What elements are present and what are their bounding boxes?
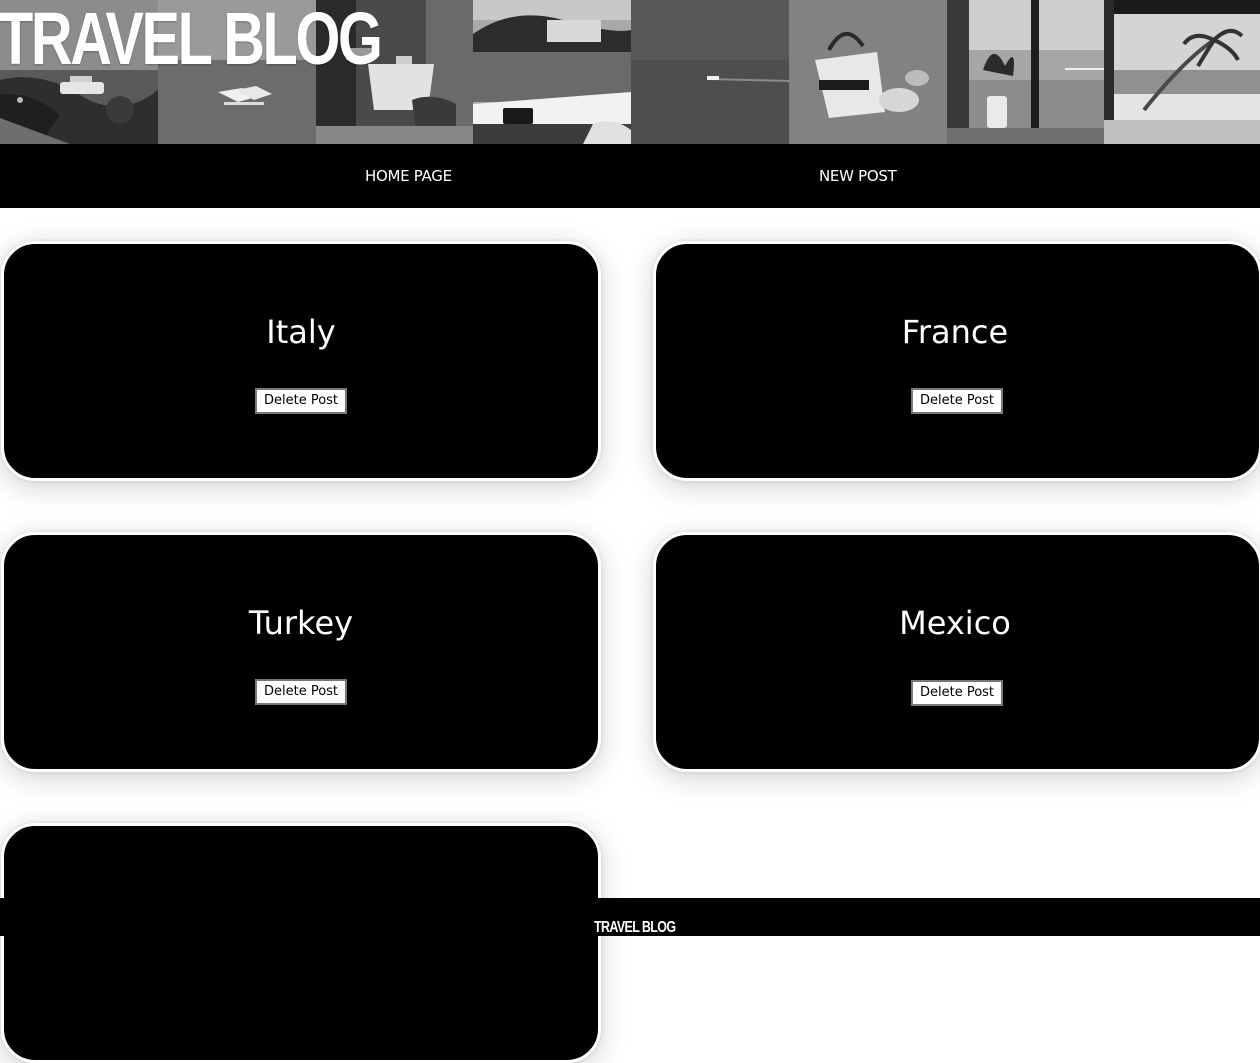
footer-brand: TRAVEL BLOG bbox=[594, 919, 676, 936]
main-nav: HOME PAGE NEW POST bbox=[0, 144, 1260, 208]
footer: TRAVEL BLOG bbox=[0, 898, 1260, 936]
lake-villa-photo bbox=[473, 0, 631, 144]
post-card-turkey: Turkey Delete Post bbox=[1, 532, 601, 772]
site-title: TRAVEL BLOG bbox=[0, 0, 383, 80]
delete-post-button[interactable]: Delete Post bbox=[910, 680, 1004, 706]
post-card-partial bbox=[1, 823, 601, 1063]
delete-post-button[interactable]: Delete Post bbox=[254, 679, 348, 705]
beach-bag-photo bbox=[789, 0, 947, 144]
post-card-mexico: Mexico Delete Post bbox=[653, 532, 1260, 772]
post-title: France bbox=[901, 313, 1009, 351]
header-banner: TRAVEL BLOG bbox=[0, 0, 1260, 144]
balcony-sea-photo bbox=[947, 0, 1104, 144]
post-card-italy: Italy Delete Post bbox=[1, 241, 601, 481]
nav-home-page-link[interactable]: HOME PAGE bbox=[365, 144, 452, 208]
post-title: Italy bbox=[266, 313, 336, 351]
sea-boat-photo bbox=[631, 0, 789, 144]
delete-post-button[interactable]: Delete Post bbox=[910, 388, 1004, 414]
delete-post-button[interactable]: Delete Post bbox=[254, 388, 348, 414]
nav-new-post-link[interactable]: NEW POST bbox=[819, 144, 897, 208]
post-title: Turkey bbox=[248, 604, 354, 642]
post-title: Mexico bbox=[899, 604, 1011, 642]
post-card-france: France Delete Post bbox=[653, 241, 1260, 481]
palm-beach-photo bbox=[1104, 0, 1260, 144]
